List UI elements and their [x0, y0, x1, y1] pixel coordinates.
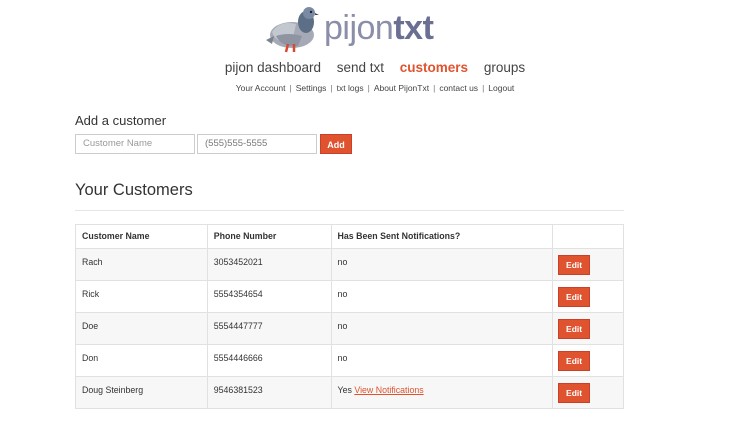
main-nav: pijon dashboard send txt customers group… [0, 60, 750, 75]
view-notifications-link[interactable]: View Notifications [354, 385, 423, 395]
logo-text-bold: txt [393, 9, 434, 47]
subnav-your-account[interactable]: Your Account [236, 83, 286, 93]
customer-name-input[interactable]: Customer Name [75, 134, 195, 154]
cell-name: Rach [75, 248, 208, 281]
cell-actions: Edit [552, 312, 624, 345]
header-phone-number: Phone Number [206, 224, 332, 249]
cell-sent: no [330, 248, 554, 281]
customers-table: Customer Name Phone Number Has Been Sent… [75, 224, 624, 409]
cell-actions: Edit [552, 280, 624, 313]
edit-button[interactable]: Edit [558, 287, 591, 307]
separator: | [330, 83, 333, 93]
header-notifications: Has Been Sent Notifications? [330, 224, 554, 249]
table-row: Doug Steinberg 9546381523 Yes View Notif… [75, 376, 624, 409]
nav-groups[interactable]: groups [484, 60, 525, 75]
cell-sent: Yes View Notifications [330, 376, 554, 409]
cell-actions: Edit [552, 248, 624, 281]
cell-phone: 3053452021 [206, 248, 332, 281]
edit-button[interactable]: Edit [558, 319, 591, 339]
sent-status: no [337, 321, 348, 331]
sub-nav: Your Account | Settings | txt logs | About Pij… [0, 83, 750, 93]
table-header-row: Customer Name Phone Number Has Been Sent… [75, 224, 624, 249]
nav-dashboard[interactable]: pijon dashboard [225, 60, 321, 75]
edit-button[interactable]: Edit [558, 351, 591, 371]
separator: | [289, 83, 292, 93]
add-button[interactable]: Add [320, 134, 352, 154]
sent-status: no [337, 353, 348, 363]
separator: | [367, 83, 370, 93]
sent-status: Yes [337, 385, 352, 395]
sent-status: no [337, 257, 348, 267]
cell-sent: no [330, 344, 554, 377]
subnav-logout[interactable]: Logout [488, 83, 514, 93]
pigeon-icon [266, 7, 319, 53]
header-customer-name: Customer Name [75, 224, 208, 249]
customers-title: Your Customers [75, 181, 193, 199]
cell-name: Don [75, 344, 208, 377]
cell-phone: 5554447777 [206, 312, 332, 345]
edit-button[interactable]: Edit [558, 255, 591, 275]
divider [75, 210, 624, 211]
nav-send-txt[interactable]: send txt [337, 60, 384, 75]
cell-actions: Edit [552, 344, 624, 377]
cell-sent: no [330, 280, 554, 313]
cell-phone: 5554354654 [206, 280, 332, 313]
table-row: Rach 3053452021 no Edit [75, 248, 624, 281]
sent-status: no [337, 289, 348, 299]
subnav-txt-logs[interactable]: txt logs [337, 83, 364, 93]
logo-text-light: pijon [324, 9, 394, 47]
subnav-settings[interactable]: Settings [296, 83, 327, 93]
separator: | [433, 83, 436, 93]
cell-actions: Edit [552, 376, 624, 409]
subnav-contact[interactable]: contact us [439, 83, 478, 93]
logo[interactable]: pijontxt [262, 2, 462, 58]
cell-name: Doe [75, 312, 208, 345]
header: pijontxt [0, 0, 750, 60]
table-row: Doe 5554447777 no Edit [75, 312, 624, 345]
table-row: Rick 5554354654 no Edit [75, 280, 624, 313]
header-actions [552, 224, 624, 249]
add-customer-title: Add a customer [75, 113, 167, 128]
cell-phone: 5554446666 [206, 344, 332, 377]
phone-input[interactable]: (555)555-5555 [197, 134, 317, 154]
table-row: Don 5554446666 no Edit [75, 344, 624, 377]
cell-name: Rick [75, 280, 208, 313]
nav-customers[interactable]: customers [400, 60, 468, 75]
logo-text: pijontxt [324, 8, 434, 48]
subnav-about[interactable]: About PijonTxt [374, 83, 429, 93]
edit-button[interactable]: Edit [558, 383, 591, 403]
cell-sent: no [330, 312, 554, 345]
cell-name: Doug Steinberg [75, 376, 208, 409]
cell-phone: 9546381523 [206, 376, 332, 409]
separator: | [482, 83, 485, 93]
